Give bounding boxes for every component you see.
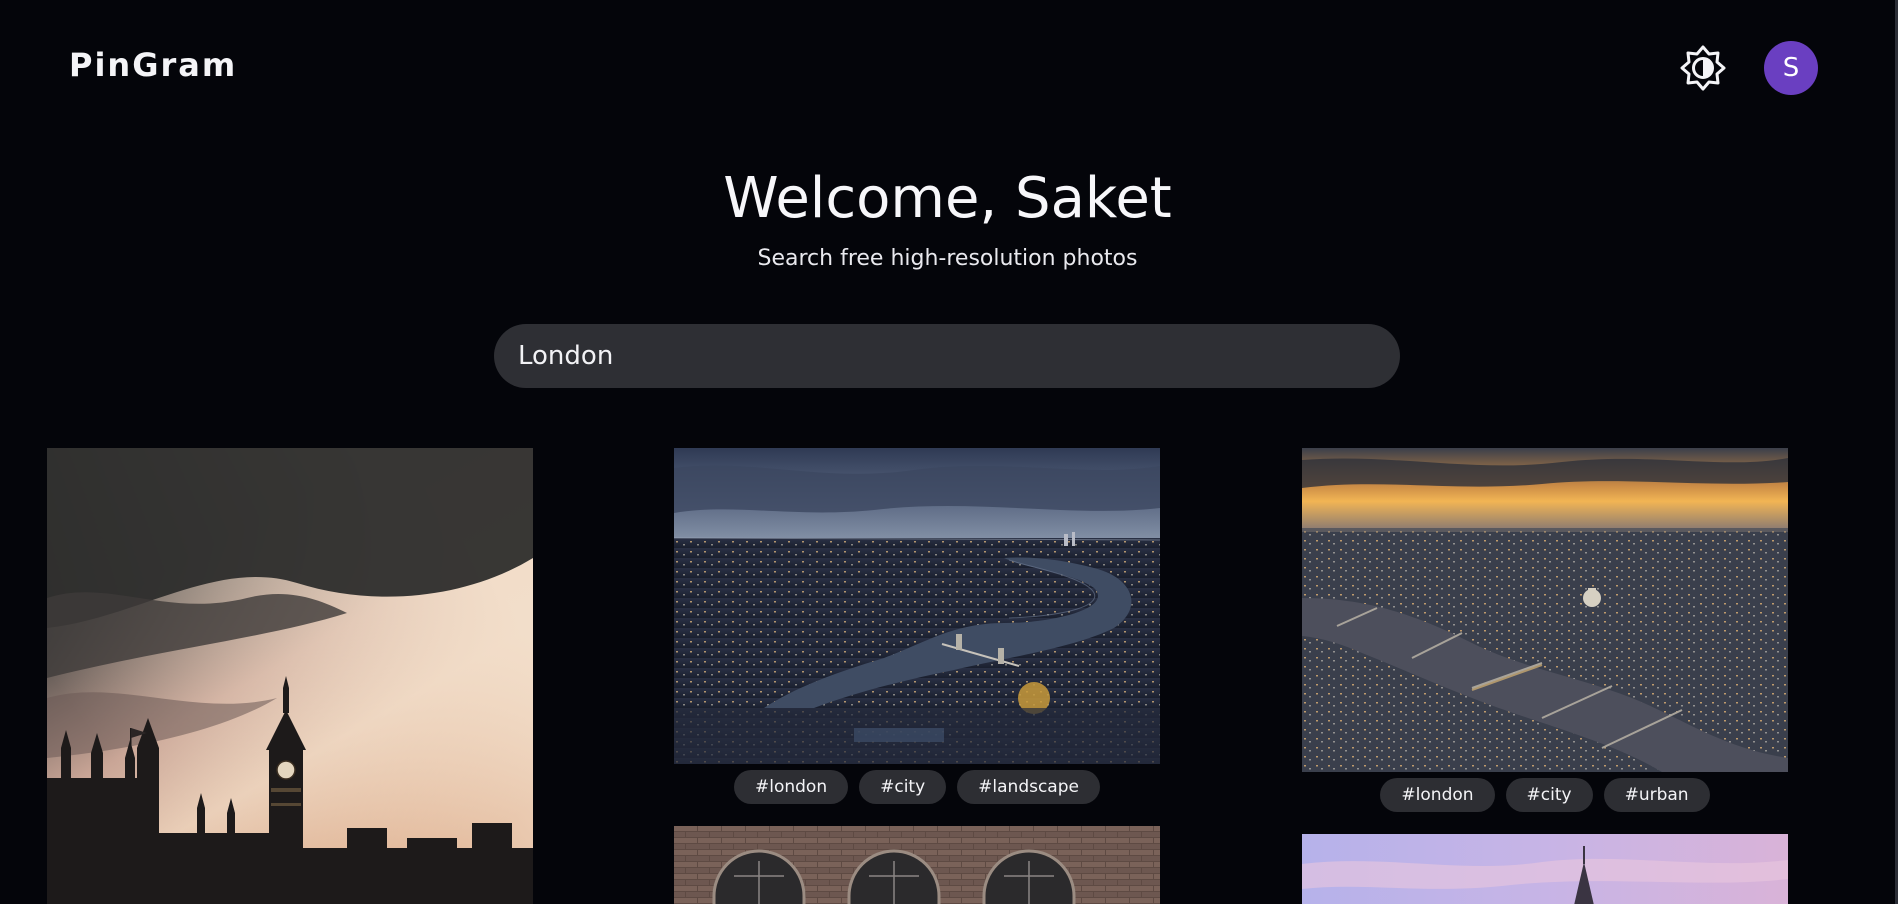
photo-image <box>674 826 1160 904</box>
user-avatar[interactable]: S <box>1764 41 1818 95</box>
search-bar[interactable] <box>494 324 1400 388</box>
tag-city[interactable]: #city <box>859 770 947 804</box>
photo-tower-bridge-aerial[interactable] <box>674 448 1160 764</box>
tag-london[interactable]: #london <box>1380 778 1495 812</box>
brightness-icon <box>1680 45 1726 91</box>
photo-tags: #london #city #urban <box>1302 778 1788 812</box>
welcome-subtitle: Search free high-resolution photos <box>757 246 1138 271</box>
photo-image <box>47 448 533 904</box>
tag-landscape[interactable]: #landscape <box>957 770 1100 804</box>
photo-arched-building[interactable] <box>674 826 1160 904</box>
photo-big-ben-pink-sky[interactable] <box>1302 834 1788 904</box>
photo-image <box>1302 448 1788 772</box>
photo-tags: #london #city #landscape <box>674 770 1160 804</box>
photo-image <box>674 448 1160 764</box>
tag-london[interactable]: #london <box>734 770 849 804</box>
theme-toggle-button[interactable] <box>1679 44 1727 92</box>
welcome-title: Welcome, Saket <box>723 166 1172 231</box>
tag-city[interactable]: #city <box>1505 778 1593 812</box>
tag-urban[interactable]: #urban <box>1603 778 1710 812</box>
photo-big-ben-sunset[interactable] <box>47 448 533 904</box>
page: PinGram S Welcome, Saket Search free hig… <box>0 0 1895 904</box>
photo-image <box>1302 834 1788 904</box>
app-logo[interactable]: PinGram <box>69 46 237 84</box>
photo-thames-sunset-aerial[interactable] <box>1302 448 1788 772</box>
search-input[interactable] <box>516 340 1378 372</box>
